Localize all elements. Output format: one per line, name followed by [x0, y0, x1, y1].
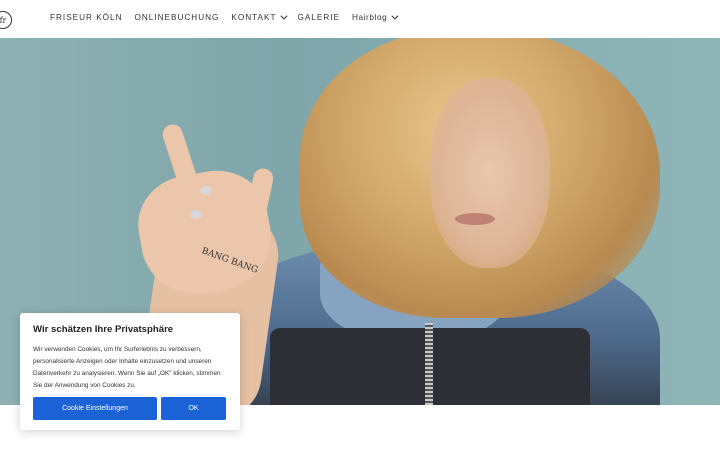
zipper-shape — [425, 323, 433, 405]
logo-text: fr — [0, 15, 7, 25]
cookie-buttons: Cookie Einstellungen OK — [33, 397, 226, 420]
nav-item-onlinebuchung[interactable]: ONLINEBUCHUNG — [135, 13, 220, 22]
nav-label: ONLINEBUCHUNG — [134, 13, 220, 22]
cookie-dialog: Wir schätzen Ihre Privatsphäre Wir verwe… — [20, 313, 240, 430]
cookie-ok-button[interactable]: OK — [161, 397, 226, 420]
nail-shape — [190, 210, 202, 219]
cookie-settings-button[interactable]: Cookie Einstellungen — [33, 397, 157, 420]
nav-label: KONTAKT — [231, 13, 277, 22]
chevron-down-icon — [391, 12, 399, 20]
nav-item-galerie[interactable]: GALERIE — [297, 13, 340, 22]
nav-label: GALERIE — [297, 13, 340, 22]
main-nav: FRISEUR KÖLN ONLINEBUCHUNG KONTAKT GALER… — [50, 12, 408, 22]
site-header: fr FRISEUR KÖLN ONLINEBUCHUNG KONTAKT GA… — [0, 0, 720, 38]
cookie-text: Wir verwenden Cookies, um Ihr Surferlebn… — [33, 346, 221, 389]
cookie-title: Wir schätzen Ihre Privatsphäre — [33, 324, 174, 335]
face-shape — [430, 78, 550, 268]
chevron-down-icon — [280, 12, 288, 20]
lips-shape — [455, 213, 495, 225]
logo[interactable]: fr — [0, 11, 12, 29]
nav-item-friseur-koeln[interactable]: FRISEUR KÖLN — [50, 13, 123, 22]
nav-item-hairblog[interactable]: Hairblog — [351, 12, 399, 22]
nav-label: Hairblog — [351, 13, 388, 22]
nav-label: FRISEUR KÖLN — [50, 13, 123, 22]
nav-item-kontakt[interactable]: KONTAKT — [231, 12, 288, 22]
nail-shape — [200, 186, 212, 195]
